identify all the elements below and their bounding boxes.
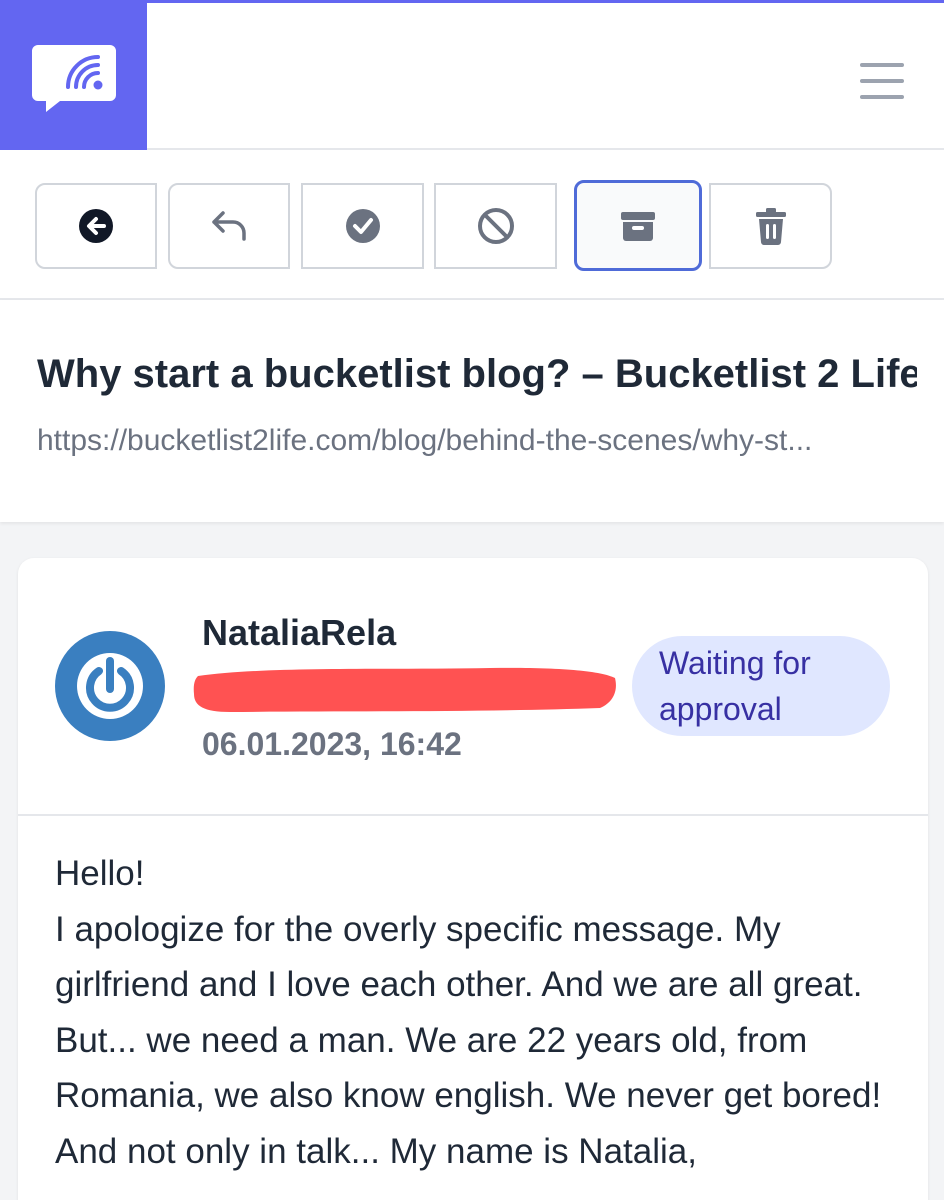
spam-button[interactable]: [434, 183, 557, 269]
archive-icon: [621, 211, 655, 241]
arrow-left-circle-icon: [79, 209, 113, 243]
comment-header: NataliaRela 06.01.2023, 16:42 Waiting fo…: [18, 558, 928, 816]
top-bar: [0, 0, 944, 153]
reply-button[interactable]: [168, 183, 290, 269]
comment-datetime: 06.01.2023, 16:42: [202, 726, 462, 762]
reply-icon: [212, 211, 246, 241]
ban-icon: [477, 208, 514, 244]
redaction-scribble: [193, 667, 616, 712]
comment-author[interactable]: NataliaRela: [202, 612, 396, 654]
back-button[interactable]: [35, 183, 157, 269]
post-header: Why start a bucketlist blog? – Bucketlis…: [0, 300, 944, 522]
chat-rss-icon: [31, 44, 116, 112]
comment-body: Hello! I apologize for the overly specif…: [55, 854, 882, 1171]
post-title[interactable]: Why start a bucketlist blog? – Bucketlis…: [37, 352, 917, 397]
approve-button[interactable]: [301, 183, 424, 269]
app-logo[interactable]: [0, 0, 147, 153]
comment-card: NataliaRela 06.01.2023, 16:42 Waiting fo…: [18, 558, 928, 1200]
power-symbol-icon: [77, 653, 143, 719]
trash-icon: [755, 208, 786, 245]
avatar: [55, 631, 165, 741]
check-circle-icon: [345, 209, 380, 243]
hamburger-menu-icon[interactable]: [858, 61, 906, 101]
archive-button[interactable]: [574, 180, 702, 271]
post-url[interactable]: https://bucketlist2life.com/blog/behind-…: [37, 424, 912, 458]
delete-button[interactable]: [709, 183, 832, 269]
comment-toolbar: [0, 150, 944, 300]
status-badge: Waiting for approval: [632, 636, 890, 736]
